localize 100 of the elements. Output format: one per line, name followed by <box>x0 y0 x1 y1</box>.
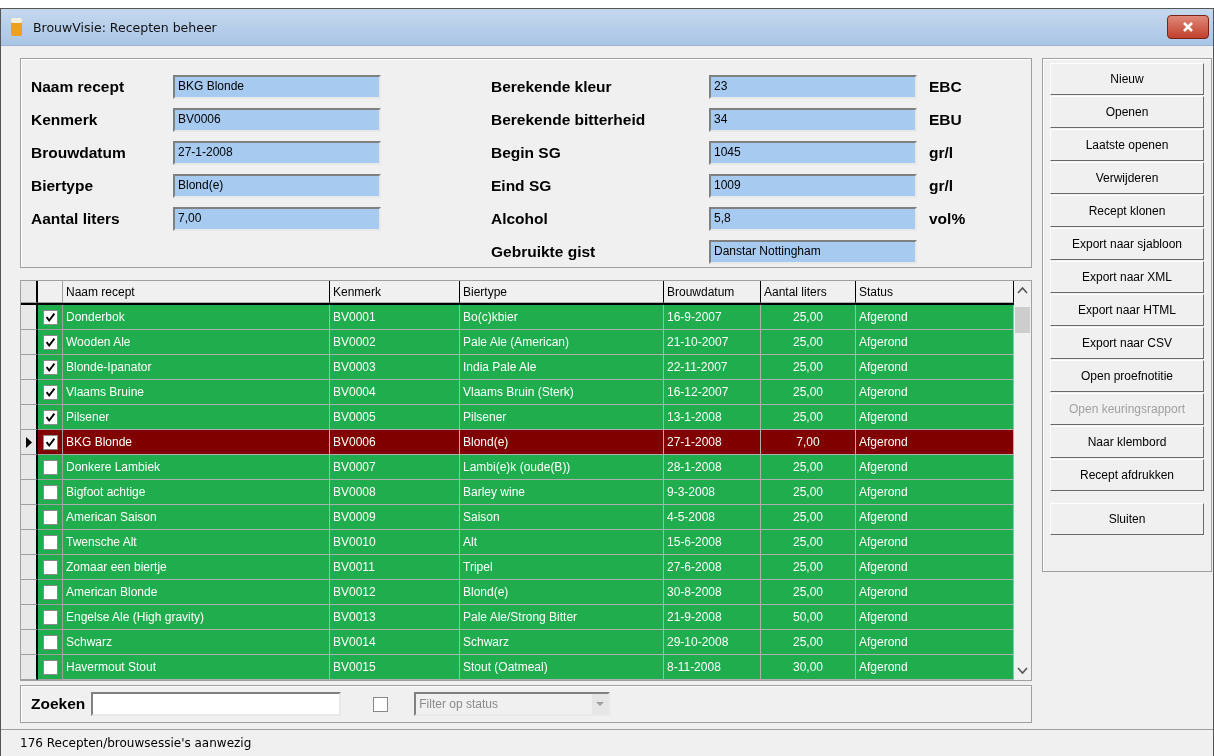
action-button[interactable]: Naar klembord <box>1050 426 1204 458</box>
table-cell: Afgerond <box>856 505 1014 530</box>
table-cell: 13-1-2008 <box>664 405 761 430</box>
action-button[interactable]: Export naar HTML <box>1050 294 1204 326</box>
table-cell: Pilsener <box>460 405 664 430</box>
field-label: Begin SG <box>491 144 562 162</box>
close-icon[interactable] <box>1182 22 1194 32</box>
checkbox[interactable] <box>42 634 58 650</box>
table-cell: Blonde-Ipanator <box>63 355 330 380</box>
input-field[interactable]: 1009 <box>709 174 917 198</box>
checkbox[interactable] <box>42 409 58 425</box>
checkbox[interactable] <box>42 509 58 525</box>
table-cell: Engelse Ale (High gravity) <box>63 605 330 630</box>
row-header-cell[interactable] <box>21 305 38 330</box>
action-button[interactable]: Export naar sjabloon <box>1050 228 1204 260</box>
checkbox[interactable] <box>42 459 58 475</box>
column-header[interactable]: Kenmerk <box>330 281 460 303</box>
row-header-cell[interactable] <box>21 380 38 405</box>
table-cell: BV0008 <box>330 480 460 505</box>
checkbox[interactable] <box>42 559 58 575</box>
input-field[interactable]: 23 <box>709 75 917 99</box>
close-dialog-button[interactable]: Sluiten <box>1050 503 1204 535</box>
checkbox[interactable] <box>42 484 58 500</box>
table-cell: Afgerond <box>856 455 1014 480</box>
table-cell: Afgerond <box>856 430 1014 455</box>
row-header-cell[interactable] <box>21 455 38 480</box>
row-header-cell[interactable] <box>21 605 38 630</box>
action-button[interactable]: Export naar CSV <box>1050 327 1204 359</box>
row-header-cell[interactable] <box>21 430 38 455</box>
field-label: Brouwdatum <box>31 144 127 162</box>
table-cell: 21-10-2007 <box>664 330 761 355</box>
table-cell: Afgerond <box>856 305 1014 330</box>
action-button[interactable]: Recept klonen <box>1050 195 1204 227</box>
input-field[interactable]: 34 <box>709 108 917 132</box>
table-cell: 16-9-2007 <box>664 305 761 330</box>
close-button[interactable] <box>1167 15 1209 39</box>
checkbox[interactable] <box>42 309 58 325</box>
table-cell: 30-8-2008 <box>664 580 761 605</box>
checkbox[interactable] <box>42 359 58 375</box>
field-label: Berekende kleur <box>491 78 613 96</box>
input-field[interactable]: Danstar Nottingham <box>709 240 917 264</box>
action-button[interactable]: Laatste openen <box>1050 129 1204 161</box>
table-cell: 25,00 <box>761 580 856 605</box>
checkbox[interactable] <box>42 434 58 450</box>
search-label: Zoeken <box>31 695 86 713</box>
table-cell: Vlaams Bruine <box>63 380 330 405</box>
input-field[interactable]: 1045 <box>709 141 917 165</box>
row-header-cell[interactable] <box>21 555 38 580</box>
input-field[interactable]: BV0006 <box>173 108 381 132</box>
row-header-cell[interactable] <box>21 655 38 680</box>
column-header[interactable]: Naam recept <box>63 281 330 303</box>
action-button[interactable]: Verwijderen <box>1050 162 1204 194</box>
row-header-cell[interactable] <box>21 405 38 430</box>
table-cell: American Saison <box>63 505 330 530</box>
checkbox[interactable] <box>42 584 58 600</box>
row-header-cell[interactable] <box>21 530 38 555</box>
row-header-cell[interactable] <box>21 630 38 655</box>
field-label: Aantal liters <box>31 210 121 228</box>
row-header-cell[interactable] <box>21 505 38 530</box>
action-button[interactable]: Export naar XML <box>1050 261 1204 293</box>
table-cell: Havermout Stout <box>63 655 330 680</box>
table-cell: 28-1-2008 <box>664 455 761 480</box>
input-field[interactable]: 27-1-2008 <box>173 141 381 165</box>
action-button[interactable]: Recept afdrukken <box>1050 459 1204 491</box>
table-cell: BV0010 <box>330 530 460 555</box>
row-header-cell[interactable] <box>21 355 38 380</box>
table-cell: BV0013 <box>330 605 460 630</box>
input-field[interactable]: 7,00 <box>173 207 381 231</box>
row-header-cell[interactable] <box>21 480 38 505</box>
field-label: Biertype <box>31 177 95 195</box>
column-header[interactable]: Aantal liters <box>761 281 856 303</box>
action-button[interactable]: Open proefnotitie <box>1050 360 1204 392</box>
column-header[interactable]: Status <box>856 281 1014 303</box>
row-header-cell[interactable] <box>21 580 38 605</box>
checkbox[interactable] <box>42 609 58 625</box>
filter-checkbox[interactable] <box>373 696 389 712</box>
row-header-cell[interactable] <box>21 330 38 355</box>
table-cell: Lambi(e)k (oude(B)) <box>460 455 664 480</box>
unit-label: gr/l <box>929 177 954 195</box>
action-button[interactable]: Nieuw <box>1050 63 1204 95</box>
input-field[interactable]: BKG Blonde <box>173 75 381 99</box>
table-cell: BKG Blonde <box>63 430 330 455</box>
field-label: Gebruikte gist <box>491 243 597 261</box>
column-header[interactable]: Brouwdatum <box>664 281 761 303</box>
checkbox[interactable] <box>42 334 58 350</box>
action-button[interactable]: Openen <box>1050 96 1204 128</box>
scrollbar-thumb[interactable] <box>1015 307 1030 333</box>
checkbox[interactable] <box>42 659 58 675</box>
unit-label: gr/l <box>929 144 954 162</box>
checkbox[interactable] <box>42 534 58 550</box>
table-cell: 21-9-2008 <box>664 605 761 630</box>
table-cell: 15-6-2008 <box>664 530 761 555</box>
table-cell: Zomaar een biertje <box>63 555 330 580</box>
search-field[interactable] <box>91 692 342 716</box>
table-cell: 9-3-2008 <box>664 480 761 505</box>
table-cell: BV0015 <box>330 655 460 680</box>
input-field[interactable]: Blond(e) <box>173 174 381 198</box>
checkbox[interactable] <box>42 384 58 400</box>
input-field[interactable]: 5,8 <box>709 207 917 231</box>
column-header[interactable]: Biertype <box>460 281 664 303</box>
